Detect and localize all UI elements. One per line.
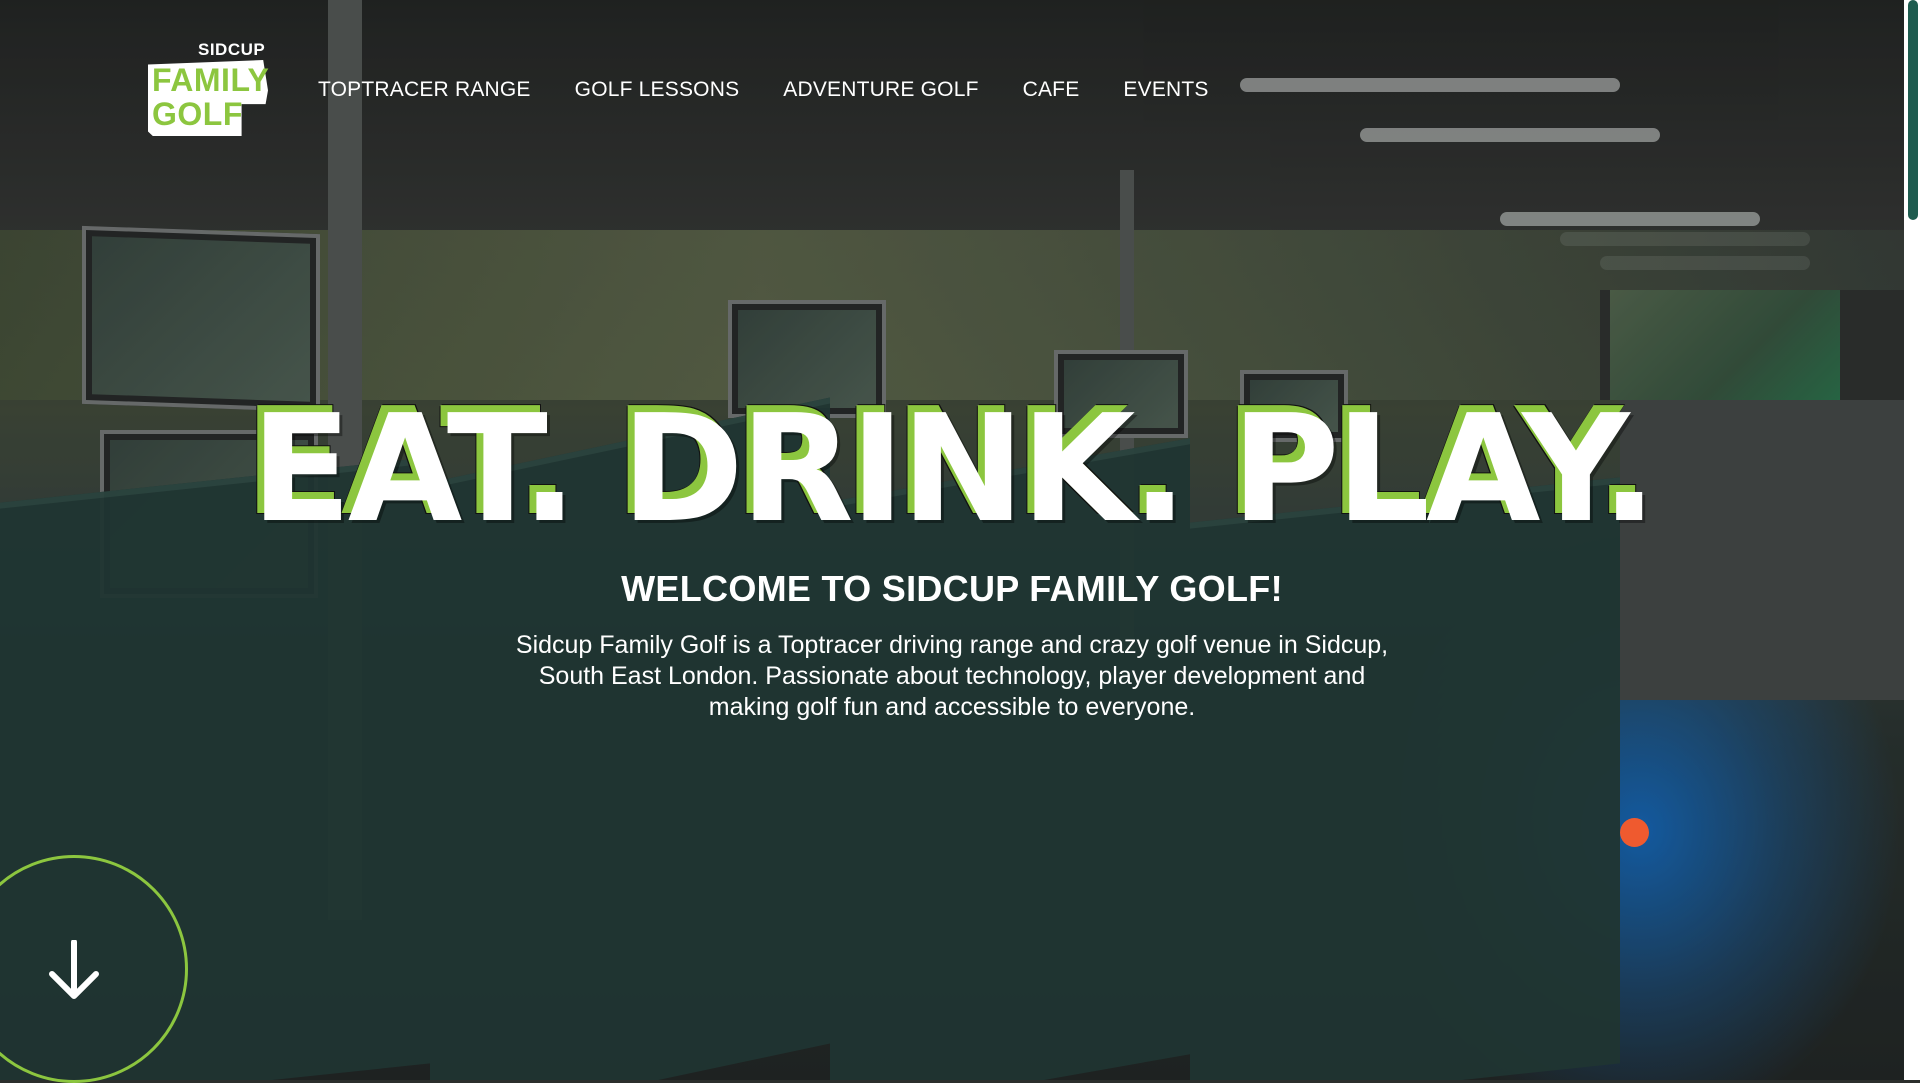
nav-item-events[interactable]: EVENTS: [1123, 78, 1208, 102]
nav-item-golf-lessons[interactable]: GOLF LESSONS: [575, 78, 740, 102]
logo-text-line1: FAMILY: [152, 62, 270, 98]
intro-paragraph: Sidcup Family Golf is a Toptracer drivin…: [515, 631, 1389, 721]
site-logo[interactable]: SIDCUP FAMILY GOLF: [148, 40, 276, 136]
hero-headline: EAT. DRINK. PLAY.: [250, 383, 1658, 555]
scrollbar-thumb[interactable]: [1908, 0, 1918, 220]
accent-dot: [1620, 818, 1649, 847]
nav-item-adventure-golf[interactable]: ADVENTURE GOLF: [783, 78, 978, 102]
nav-item-toptracer-range[interactable]: TOPTRACER RANGE: [318, 78, 531, 102]
nav-item-cafe[interactable]: CAFE: [1023, 78, 1080, 102]
welcome-heading: WELCOME TO SIDCUP FAMILY GOLF!: [621, 568, 1283, 609]
page-scrollbar[interactable]: [1904, 0, 1920, 1080]
main-nav: TOPTRACER RANGE GOLF LESSONS ADVENTURE G…: [318, 78, 1209, 102]
headline-container: EAT. DRINK. PLAY.: [0, 395, 1904, 543]
arrow-down-icon[interactable]: [46, 940, 102, 1000]
logo-text-line2: GOLF: [152, 96, 243, 132]
logo-text-top: SIDCUP: [198, 40, 266, 59]
